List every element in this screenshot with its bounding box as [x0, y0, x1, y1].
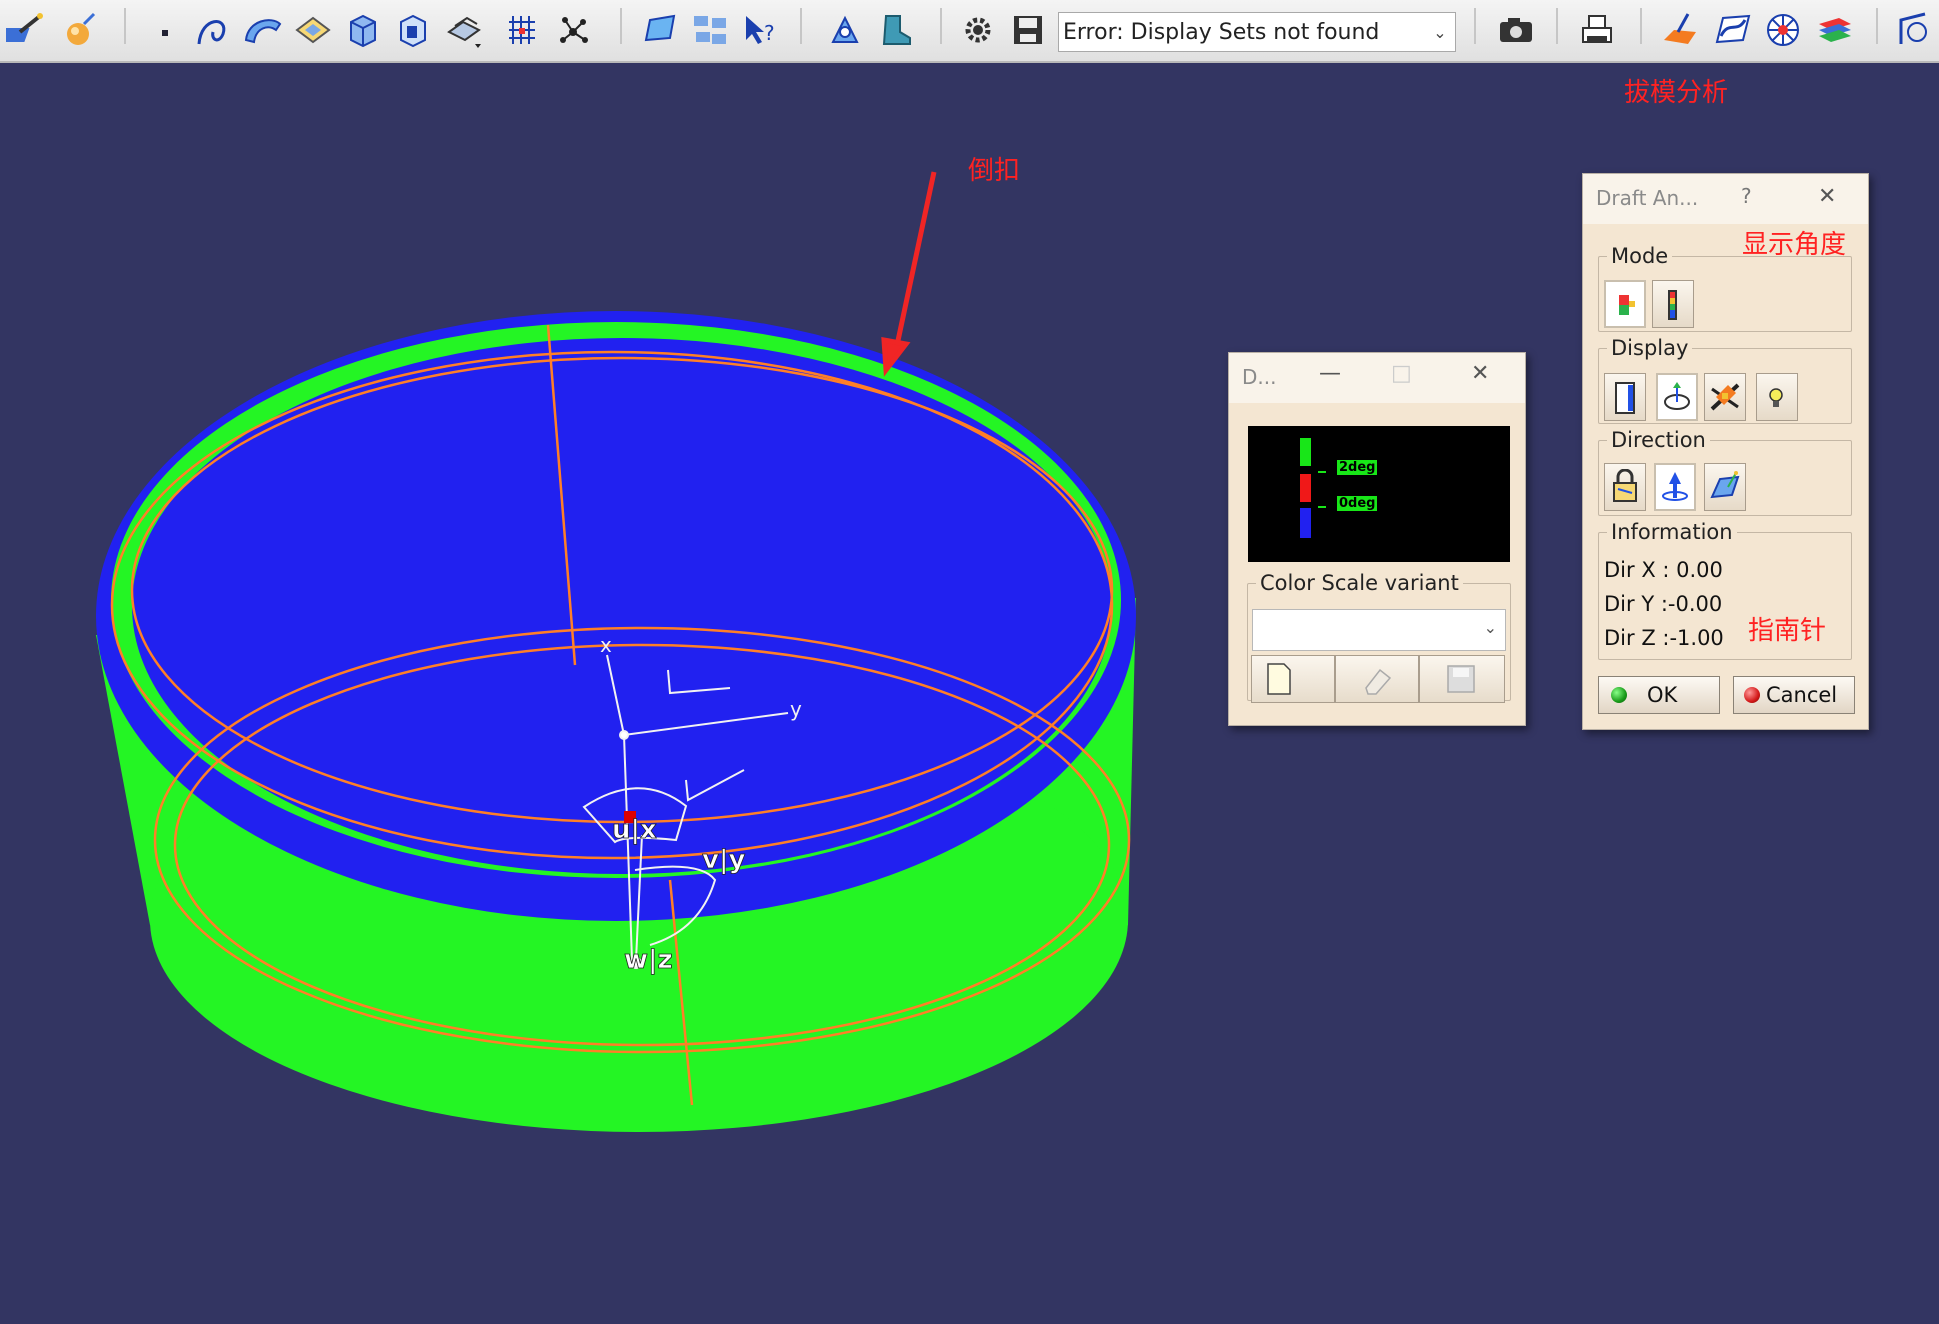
curvature-icon[interactable]: [1713, 10, 1753, 50]
quick-mode-button[interactable]: [1604, 280, 1646, 328]
ok-label: OK: [1647, 683, 1678, 707]
dir-x-value: Dir X : 0.00: [1604, 558, 1723, 582]
new-variant-button[interactable]: [1251, 655, 1335, 703]
color-scale-variant-label: Color Scale variant: [1260, 571, 1459, 595]
minimize-icon[interactable]: —: [1319, 361, 1341, 386]
erase-variant-button[interactable]: [1335, 655, 1419, 703]
annotation-draft-analysis: 拔模分析: [1624, 78, 1729, 108]
cylinder-model: x y u|x v|y w|z: [96, 311, 1136, 1132]
boot-icon[interactable]: [876, 10, 916, 50]
maximize-icon: □: [1391, 361, 1412, 386]
legend-color-blue: [1300, 508, 1311, 538]
dialog-title: D...: [1242, 365, 1277, 389]
save-variant-button[interactable]: [1419, 655, 1505, 703]
multi-icon[interactable]: [690, 10, 730, 50]
lock-direction-button[interactable]: [1604, 463, 1646, 511]
color-scale-dialog: D... — □ ✕ 2deg 0deg Color Scale variant…: [1228, 352, 1526, 726]
ok-button[interactable]: OK: [1598, 676, 1720, 714]
green-dot-icon: [1611, 687, 1627, 703]
chevron-down-icon: ⌄: [1483, 618, 1497, 637]
color-scale-variant-select[interactable]: ⌄: [1252, 609, 1506, 651]
color-scale-legend: 2deg 0deg: [1248, 426, 1510, 562]
solid-icon[interactable]: [343, 10, 383, 50]
direction-label: Direction: [1611, 428, 1706, 452]
full-mode-button[interactable]: [1652, 280, 1694, 328]
annotation-compass: 指南针: [1748, 616, 1827, 646]
tools-icon[interactable]: [825, 10, 865, 50]
annotation-show-angle: 显示角度: [1742, 230, 1847, 260]
camera-icon[interactable]: [1496, 10, 1536, 50]
save-icon[interactable]: [1008, 10, 1048, 50]
dir-z-value: Dir Z :-1.00: [1604, 626, 1724, 650]
mode-label: Mode: [1611, 244, 1669, 268]
cutting-plane-button[interactable]: [1704, 373, 1746, 421]
stack-icon[interactable]: [1815, 10, 1855, 50]
compass-direction-button[interactable]: [1654, 463, 1696, 511]
dialog-title-bar[interactable]: D... — □ ✕: [1229, 353, 1525, 403]
close-icon[interactable]: ✕: [1471, 361, 1489, 386]
dialog-title-bar[interactable]: Draft An... ? ✕: [1583, 174, 1868, 224]
information-label: Information: [1611, 520, 1733, 544]
display-sets-value: Error: Display Sets not found: [1063, 19, 1380, 45]
legend-color-red: [1300, 474, 1311, 502]
query-icon[interactable]: ?: [740, 10, 780, 50]
gear-icon[interactable]: [958, 10, 998, 50]
chevron-down-icon: ⌄: [1433, 22, 1447, 42]
legend-label-0deg: 0deg: [1337, 496, 1378, 511]
draft-analysis-icon[interactable]: [1660, 10, 1700, 50]
mesh-icon[interactable]: [1763, 10, 1803, 50]
grid-icon[interactable]: [505, 10, 545, 50]
assembly-icon[interactable]: [445, 10, 485, 50]
plane-icon[interactable]: [293, 10, 333, 50]
svg-text:?: ?: [764, 21, 775, 45]
axis-label-x: x: [600, 633, 612, 657]
red-dot-icon: [1744, 687, 1760, 703]
body-icon[interactable]: [393, 10, 433, 50]
color-scale-toggle-button[interactable]: [1604, 373, 1646, 421]
legend-label-2deg: 2deg: [1337, 460, 1378, 475]
show-angle-button[interactable]: [1656, 373, 1698, 421]
cancel-label: Cancel: [1766, 683, 1838, 707]
annotation-undercut: 倒扣: [968, 156, 1021, 186]
print-icon[interactable]: [1577, 10, 1617, 50]
axis-icon[interactable]: [1895, 10, 1935, 50]
surface-icon[interactable]: [242, 10, 282, 50]
dir-y-value: Dir Y :-0.00: [1604, 592, 1723, 616]
axis-label-y: y: [790, 697, 802, 721]
curve-icon[interactable]: [193, 10, 233, 50]
point-icon[interactable]: [150, 10, 190, 50]
scatter-icon[interactable]: [555, 10, 595, 50]
sphere-icon[interactable]: [60, 10, 100, 50]
help-icon[interactable]: ?: [1741, 184, 1752, 208]
light-bulb-button[interactable]: [1756, 373, 1798, 421]
reverse-direction-button[interactable]: [1704, 463, 1746, 511]
compass-label-w: w|z: [624, 945, 673, 975]
main-toolbar: ? Error: Display Sets not found ⌄: [0, 0, 1939, 63]
shape-icon[interactable]: [640, 10, 680, 50]
dialog-title: Draft An...: [1596, 186, 1699, 210]
legend-color-green: [1300, 438, 1311, 466]
cancel-button[interactable]: Cancel: [1733, 676, 1855, 714]
compass-label-u: u|x: [612, 815, 657, 845]
compass-label-v: v|y: [702, 845, 745, 875]
draft-analysis-icon[interactable]: [0, 10, 46, 50]
display-label: Display: [1611, 336, 1689, 360]
close-icon[interactable]: ✕: [1818, 184, 1836, 209]
display-sets-select[interactable]: Error: Display Sets not found ⌄: [1058, 12, 1456, 52]
